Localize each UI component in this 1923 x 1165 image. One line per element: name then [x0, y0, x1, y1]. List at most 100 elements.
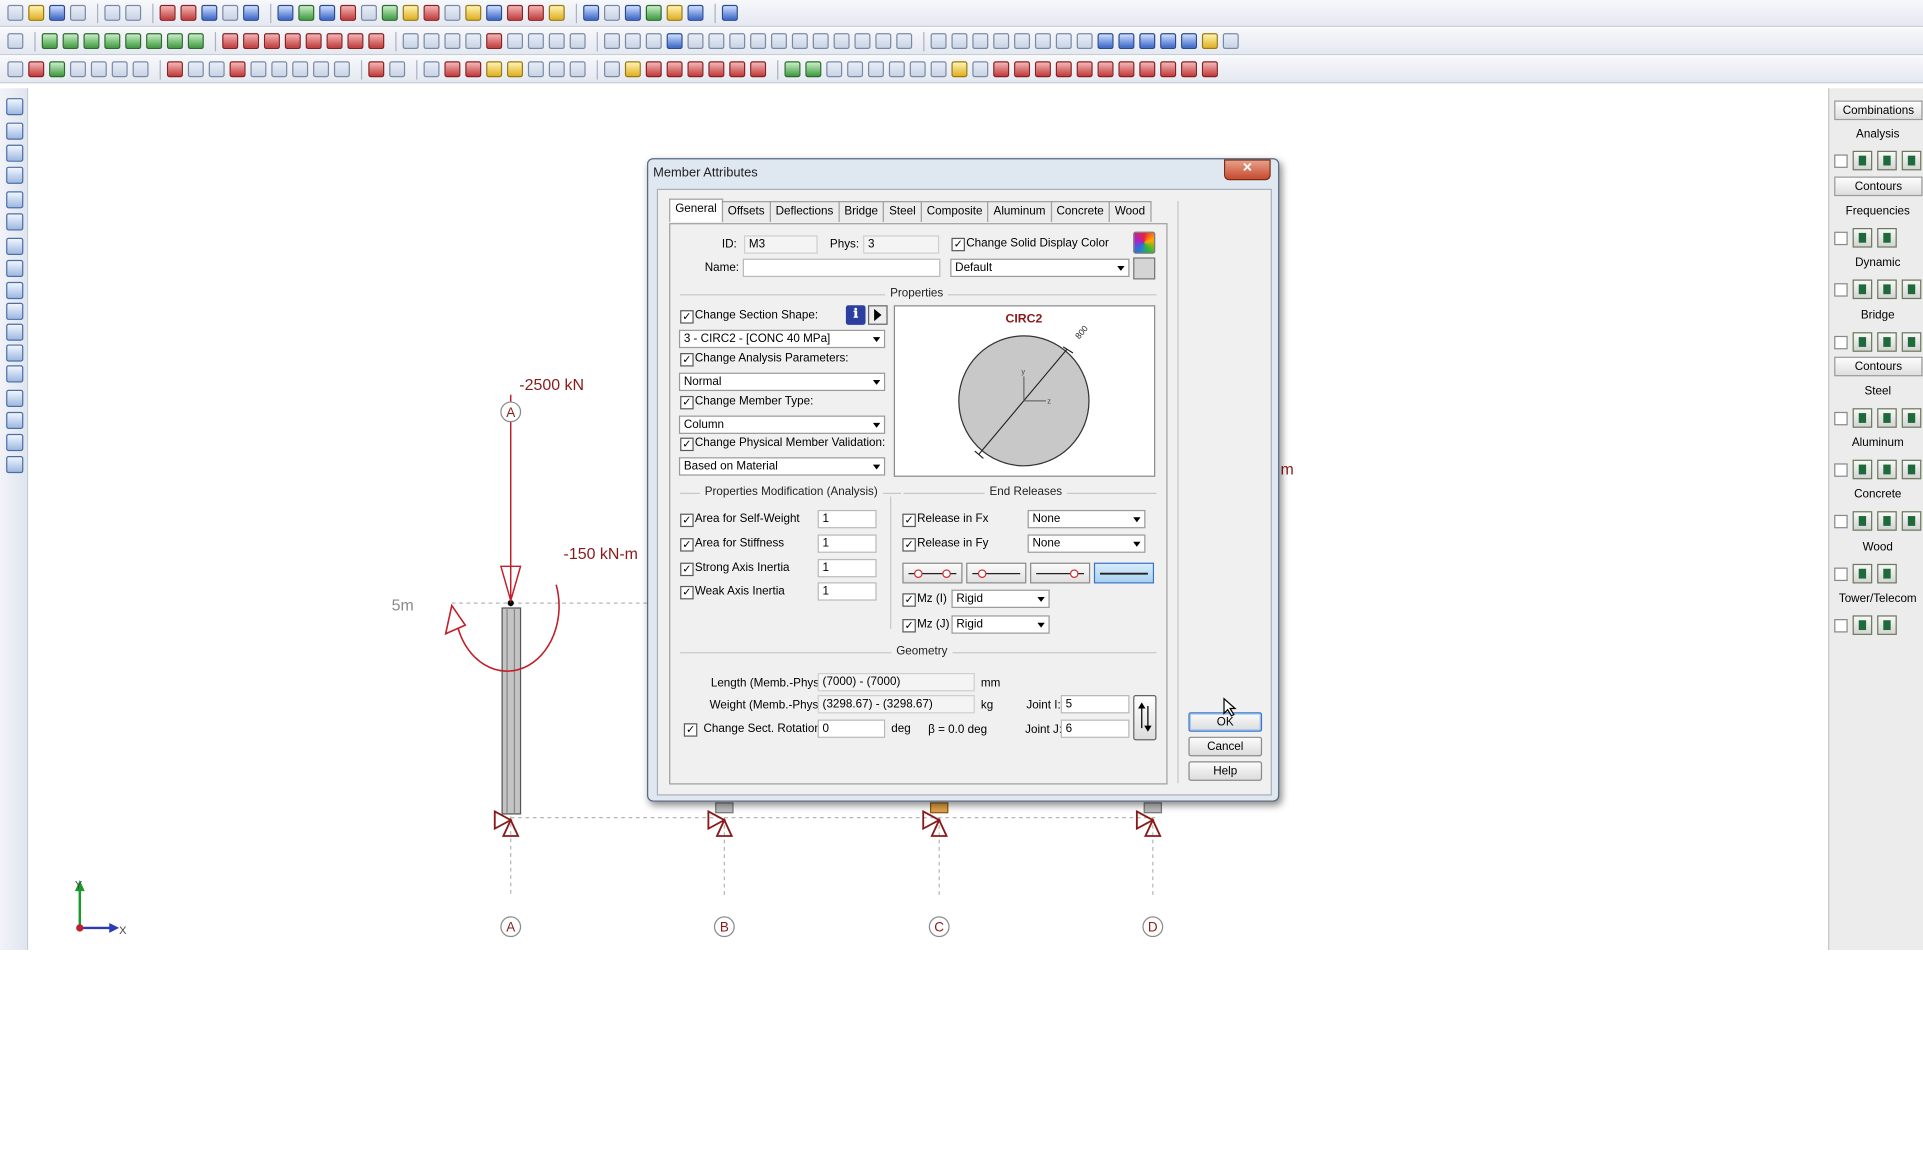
release-end-button[interactable] [1030, 562, 1091, 584]
tool-icon[interactable] [1139, 33, 1156, 50]
save-icon[interactable] [49, 4, 66, 21]
tool-icon[interactable] [548, 61, 565, 78]
change-section-shape-checkbox[interactable]: ✓ [680, 310, 694, 324]
tool-icon[interactable] [277, 4, 294, 21]
tool-icon[interactable] [1034, 33, 1051, 50]
tool-icon[interactable] [222, 33, 239, 50]
results-plot-icon[interactable] [1901, 150, 1922, 171]
combinations-button[interactable]: Combinations [1834, 100, 1923, 121]
tool-icon[interactable] [729, 61, 746, 78]
tool-icon[interactable] [62, 33, 79, 50]
tool-icon[interactable] [896, 33, 913, 50]
zoom-out-icon[interactable] [6, 213, 24, 231]
view-icon[interactable] [6, 302, 24, 320]
tool-icon[interactable] [326, 33, 343, 50]
tool-icon[interactable] [6, 144, 24, 162]
release-fy-select[interactable]: None [1027, 534, 1146, 553]
tool-icon[interactable] [888, 61, 905, 78]
tool-icon[interactable] [180, 4, 197, 21]
steel-checkbox[interactable] [1834, 411, 1848, 425]
bridge-checkbox[interactable] [1834, 335, 1848, 349]
tool-icon[interactable] [187, 61, 204, 78]
tool-icon[interactable] [1139, 61, 1156, 78]
tool-icon[interactable] [333, 61, 350, 78]
tool-icon[interactable] [465, 61, 482, 78]
strong-axis-checkbox[interactable]: ✓ [680, 562, 694, 577]
contours-button[interactable]: Contours [1834, 176, 1923, 197]
tool-icon[interactable] [604, 4, 620, 21]
strong-axis-input[interactable]: 1 [817, 558, 877, 578]
tool-icon[interactable] [305, 33, 322, 50]
tool-icon[interactable] [791, 33, 808, 50]
close-button[interactable]: ✕ [1224, 159, 1271, 181]
name-input[interactable] [742, 258, 941, 278]
tool-icon[interactable] [708, 61, 725, 78]
wood-checkbox[interactable] [1834, 566, 1848, 581]
tool-icon[interactable] [604, 61, 620, 78]
tool-icon[interactable] [875, 33, 892, 50]
results-grid-icon[interactable] [1877, 408, 1897, 428]
tool-icon[interactable] [1160, 61, 1177, 78]
tool-icon[interactable] [1181, 61, 1198, 78]
aluminum-checkbox[interactable] [1834, 462, 1848, 477]
tool-icon[interactable] [833, 33, 850, 50]
section-shape-select[interactable]: 3 - CIRC2 - [CONC 40 MPa] [678, 329, 886, 349]
tool-icon[interactable] [750, 33, 767, 50]
results-plot-icon[interactable] [1901, 511, 1922, 531]
tool-icon[interactable] [28, 61, 45, 78]
tab-general[interactable]: General [669, 198, 723, 222]
tool-icon[interactable] [666, 4, 683, 21]
results-table-icon[interactable] [1852, 332, 1873, 352]
tool-icon[interactable] [69, 61, 86, 78]
globe-icon[interactable] [6, 122, 24, 140]
view-icon[interactable] [6, 259, 24, 278]
change-rotation-checkbox[interactable]: ✓ [683, 723, 698, 737]
zoom-in-icon[interactable] [6, 191, 24, 209]
tool-icon[interactable] [132, 61, 149, 78]
dynamic-checkbox[interactable] [1834, 282, 1848, 297]
pan-icon[interactable] [6, 98, 24, 116]
section-next-button[interactable] [867, 305, 888, 325]
tool-icon[interactable] [867, 61, 884, 78]
tool-icon[interactable] [645, 33, 662, 50]
tool-icon[interactable] [708, 33, 725, 50]
tool-icon[interactable] [402, 33, 419, 50]
tool-icon[interactable] [243, 4, 260, 21]
help-button[interactable]: Help [1188, 761, 1263, 781]
tool-icon[interactable] [298, 4, 315, 21]
tool-icon[interactable] [271, 61, 288, 78]
tool-icon[interactable] [243, 33, 260, 50]
tool-icon[interactable] [465, 33, 482, 50]
swap-joints-button[interactable] [1133, 695, 1157, 741]
tool-icon[interactable] [826, 61, 843, 78]
results-table-icon[interactable] [1852, 408, 1873, 428]
change-member-type-checkbox[interactable]: ✓ [680, 395, 694, 410]
analysis-select[interactable]: Normal [678, 372, 886, 392]
view-icon[interactable] [6, 365, 24, 383]
tool-icon[interactable] [229, 61, 246, 78]
tool-icon[interactable] [770, 33, 787, 50]
tool-icon[interactable] [340, 4, 357, 21]
tab-aluminum[interactable]: Aluminum [987, 201, 1052, 222]
tool-icon[interactable] [624, 61, 641, 78]
mz-i-select[interactable]: Rigid [951, 589, 1050, 608]
tool-icon[interactable] [548, 4, 565, 21]
tool-icon[interactable] [486, 61, 503, 78]
results-plot-icon[interactable] [1901, 332, 1922, 352]
tool-icon[interactable] [805, 61, 822, 78]
tool-icon[interactable] [972, 61, 989, 78]
rotate-icon[interactable] [6, 166, 24, 184]
tool-icon[interactable] [666, 33, 683, 50]
results-table-icon[interactable] [1852, 279, 1873, 300]
tool-icon[interactable] [812, 33, 829, 50]
tool-icon[interactable] [41, 33, 58, 50]
cancel-button[interactable]: Cancel [1188, 736, 1263, 757]
results-table-icon[interactable] [1852, 227, 1873, 248]
tool-icon[interactable] [208, 61, 225, 78]
color-swatch[interactable] [1133, 257, 1156, 280]
tool-icon[interactable] [292, 61, 309, 78]
frequencies-checkbox[interactable] [1834, 231, 1848, 245]
tool-icon[interactable] [784, 61, 801, 78]
tool-icon[interactable] [486, 33, 503, 50]
tool-icon[interactable] [527, 61, 544, 78]
